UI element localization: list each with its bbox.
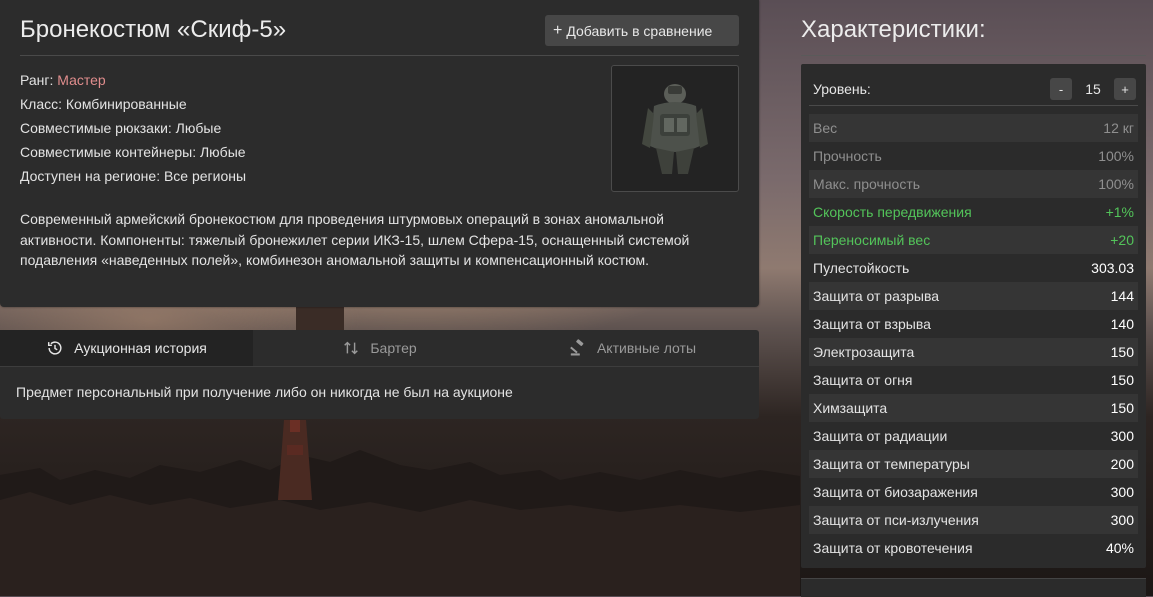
stat-row: Защита от разрыва 144 [809,282,1138,310]
level-row: Уровень: - 15 + [813,74,1136,104]
stat-value: +1% [1105,204,1134,220]
stat-row: Защита от биозаражения 300 [809,478,1138,506]
stat-name: Защита от огня [813,372,913,388]
stat-name: Защита от кровотечения [813,540,973,556]
swap-arrows-icon [344,341,359,355]
item-properties: Ранг: Мастер Класс: Комбинированные Совм… [20,68,246,188]
armor-suit-icon [642,84,708,174]
stat-value: 144 [1110,288,1134,304]
containers-line: Совместимые контейнеры: Любые [20,144,246,160]
characteristics-panel: Уровень: - 15 + Вес 12 кг Прочность 100% Мак… [801,64,1146,568]
characteristics-panel-footer [801,578,1146,597]
rank-label: Ранг: [20,72,54,88]
add-to-compare-label: Добавить в сравнение [566,22,713,39]
item-title: Бронекостюм «Скиф-5» [20,16,287,43]
stat-name: Защита от пси-излучения [813,512,979,528]
tab-auction-history[interactable]: Аукционная история [0,330,253,366]
rank-line: Ранг: Мастер [20,68,246,92]
item-description: Современный армейский бронекостюм для пр… [20,211,690,268]
level-increment-button[interactable]: + [1114,78,1136,100]
item-image [611,65,739,192]
stat-value: +20 [1110,232,1134,248]
stat-row: Электрозащита 150 [809,338,1138,366]
stat-row: Переносимый вес +20 [809,226,1138,254]
region-line: Доступен на регионе: Все регионы [20,168,247,184]
stat-name: Макс. прочность [813,176,921,192]
stat-name: Вес [813,120,838,136]
tab-active-lots-label: Активные лоты [596,340,697,356]
level-stepper: - 15 + [1050,78,1136,100]
tab-barter-label: Бартер [370,340,417,356]
stat-value: 300 [1110,484,1134,500]
stat-row: Скорость передвижения +1% [809,198,1138,226]
item-card: Бронекостюм «Скиф-5» + Добавить в сравне… [0,0,759,307]
stat-name: Защита от радиации [813,428,948,444]
stat-value: 150 [1110,344,1134,360]
stat-row: Макс. прочность 100% [809,170,1138,198]
level-decrement-button[interactable]: - [1050,78,1072,100]
auction-hammer-icon [570,339,584,356]
stat-row: Защита от огня 150 [809,366,1138,394]
stat-name: Защита от биозаражения [813,484,978,500]
level-divider [809,105,1138,106]
tab-barter[interactable]: Бартер [253,330,506,366]
tab-bar: Аукционная история Бартер Активные лоты [0,330,759,367]
stat-name: Пулестойкость [813,260,910,276]
stat-row: Защита от кровотечения 40% [809,534,1138,562]
level-label: Уровень: [813,81,871,97]
stat-value: 100% [1098,176,1134,192]
stat-name: Скорость передвижения [813,204,972,220]
characteristics-heading: Характеристики: [801,16,986,43]
stat-value: 200 [1110,456,1134,472]
stat-row: Защита от пси-излучения 300 [809,506,1138,534]
auction-history-message: Предмет персональный при получение либо … [16,384,513,400]
stat-name: Защита от взрыва [813,316,931,332]
stat-value: 40% [1105,540,1134,556]
stat-name: Прочность [813,148,882,164]
stat-row: Прочность 100% [809,142,1138,170]
stat-value: 12 кг [1103,120,1134,136]
stat-row: Химзащита 150 [809,394,1138,422]
stat-value: 303.03 [1091,260,1134,276]
add-to-compare-button[interactable]: + Добавить в сравнение [545,15,739,46]
stat-name: Защита от разрыва [813,288,940,304]
history-icon [48,341,62,355]
characteristics-divider [801,55,1146,56]
stat-row: Пулестойкость 303.03 [809,254,1138,282]
stat-row: Защита от взрыва 140 [809,310,1138,338]
stat-value: 140 [1110,316,1134,332]
tab-auction-history-label: Аукционная история [74,340,207,356]
stat-value: 100% [1098,148,1134,164]
level-value: 15 [1085,81,1101,97]
stat-value: 150 [1110,372,1134,388]
stats-list: Вес 12 кг Прочность 100% Макс. прочность 100%… [809,114,1138,562]
stat-name: Переносимый вес [813,232,931,248]
stat-value: 150 [1110,400,1134,416]
rank-value: Мастер [57,72,106,88]
tab-active-lots[interactable]: Активные лоты [506,330,759,366]
stat-row: Защита от температуры 200 [809,450,1138,478]
backpacks-line: Совместимые рюкзаки: Любые [20,120,222,136]
plus-icon: + [553,21,563,39]
stat-name: Электрозащита [813,344,915,360]
stat-name: Защита от температуры [813,456,970,472]
stat-name: Химзащита [813,400,888,416]
stat-row: Защита от радиации 300 [809,422,1138,450]
class-line: Класс: Комбинированные [20,96,187,112]
stat-value: 300 [1110,428,1134,444]
title-divider [20,55,739,56]
auction-panel: Аукционная история Бартер Активные лоты … [0,330,759,419]
stat-row: Вес 12 кг [809,114,1138,142]
stat-value: 300 [1110,512,1134,528]
